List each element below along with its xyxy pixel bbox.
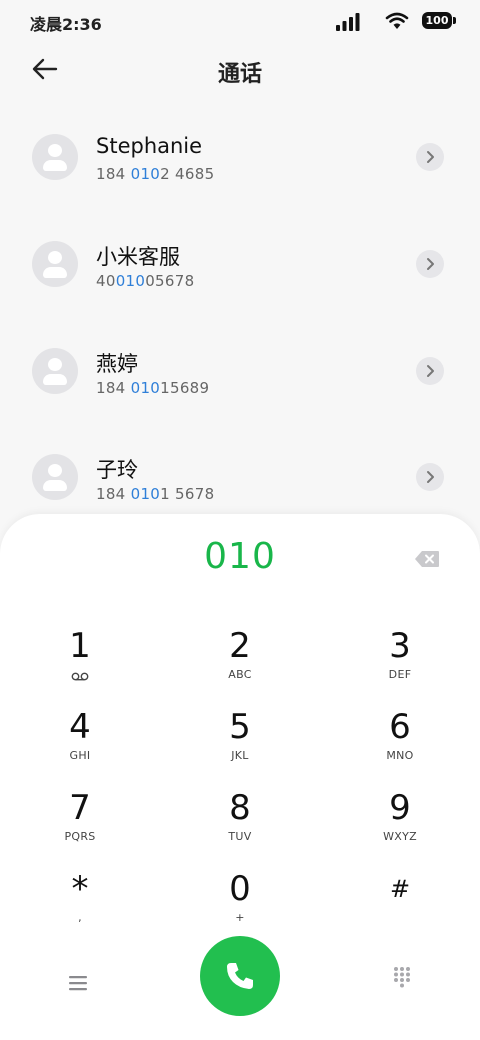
contact-number: 184 01015689: [96, 379, 210, 397]
dial-key-9[interactable]: 9 WXYZ: [340, 788, 460, 858]
dial-key-3[interactable]: 3 DEF: [340, 626, 460, 696]
battery-level: 100: [425, 14, 449, 27]
dial-key-star[interactable]: * ,: [20, 869, 140, 939]
header: 通话: [0, 42, 480, 98]
chevron-right-icon[interactable]: [416, 250, 444, 278]
avatar: [32, 348, 78, 394]
dial-input[interactable]: 010: [0, 536, 480, 577]
dial-key-4[interactable]: 4 GHI: [20, 707, 140, 777]
dial-key-6[interactable]: 6 MNO: [340, 707, 460, 777]
battery-icon: 100: [422, 12, 456, 30]
avatar: [32, 241, 78, 287]
contact-number: 4001005678: [96, 272, 195, 290]
wifi-icon: [385, 12, 409, 29]
contact-item[interactable]: 燕婷 184 01015689: [0, 324, 480, 424]
contact-name: 子玲: [96, 458, 138, 482]
dialpad-toggle-icon[interactable]: [393, 966, 411, 988]
phone-icon: [227, 963, 253, 989]
page-title: 通话: [217, 62, 262, 87]
avatar: [32, 134, 78, 180]
dialpad-sheet: 010 1 2 ABC 3 DEF 4 GHI 5 JKL 6 MNO 7 PQ…: [0, 514, 480, 1040]
voicemail-icon: [71, 672, 89, 681]
call-button[interactable]: [200, 936, 280, 1016]
dial-key-7[interactable]: 7 PQRS: [20, 788, 140, 858]
status-bar: 凌晨2:36 100: [0, 0, 480, 42]
dial-key-5[interactable]: 5 JKL: [180, 707, 300, 777]
contact-name: 小米客服: [96, 245, 180, 269]
contact-item[interactable]: 小米客服 4001005678: [0, 217, 480, 317]
contact-item[interactable]: Stephanie 184 0102 4685: [0, 110, 480, 210]
dial-key-0[interactable]: 0 +: [180, 869, 300, 939]
chevron-right-icon[interactable]: [416, 357, 444, 385]
contact-name: Stephanie: [96, 134, 203, 158]
chevron-right-icon[interactable]: [416, 463, 444, 491]
contact-number: 184 0101 5678: [96, 485, 215, 503]
dial-key-hash[interactable]: #: [340, 869, 460, 939]
contact-number: 184 0102 4685: [96, 165, 215, 183]
contact-name: 燕婷: [96, 352, 138, 376]
signal-icon: [336, 13, 360, 31]
dial-key-2[interactable]: 2 ABC: [180, 626, 300, 696]
dial-key-1[interactable]: 1: [20, 626, 140, 696]
menu-icon[interactable]: [68, 974, 88, 992]
status-time: 凌晨2:36: [30, 15, 102, 34]
dial-key-8[interactable]: 8 TUV: [180, 788, 300, 858]
avatar: [32, 454, 78, 500]
chevron-right-icon[interactable]: [416, 143, 444, 171]
backspace-icon[interactable]: [414, 550, 440, 568]
